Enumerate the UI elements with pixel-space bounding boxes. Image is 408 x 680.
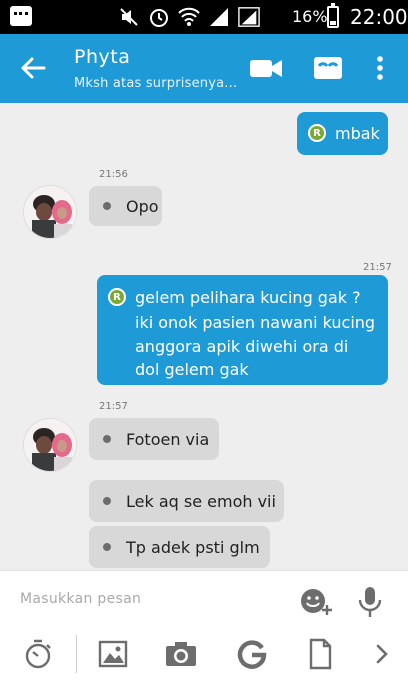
status-dot [103, 497, 111, 505]
more-options-button[interactable] [366, 50, 394, 86]
message-list: R mbak 21:56 Opo 21:57 R gelem pelihara … [0, 103, 408, 570]
message-line: dol gelem gak [135, 360, 249, 379]
bbm-icon [10, 6, 32, 26]
message-bubble-outgoing[interactable]: R gelem pelihara kucing gak ? iki onok p… [97, 275, 388, 385]
emoji-add-icon [301, 589, 332, 615]
message-text: Tp adek psti glm [126, 538, 260, 557]
arrow-left-icon [21, 57, 46, 79]
wifi-icon [178, 6, 200, 28]
contact-status[interactable]: Mksh atas surprisenya... [74, 76, 237, 91]
status-dot [103, 543, 111, 551]
more-attachments-button[interactable] [366, 637, 400, 671]
avatar[interactable] [23, 418, 77, 472]
message-line: iki onok pasien nawani kucing [135, 313, 376, 332]
message-bubble-outgoing[interactable]: R mbak [297, 112, 388, 155]
message-bubble-incoming[interactable]: Opo [89, 186, 162, 226]
message-text: Fotoen via [126, 430, 210, 449]
microphone-button[interactable] [356, 585, 384, 619]
status-dot [103, 435, 111, 443]
image-icon [98, 640, 128, 668]
chevron-right-icon [376, 644, 388, 664]
message-time: 21:57 [363, 262, 392, 273]
contact-name[interactable]: Phyta [74, 46, 130, 68]
chat-header: Phyta Mksh atas surprisenya... [0, 34, 408, 103]
message-time: 21:56 [99, 169, 128, 180]
message-input[interactable]: Masukkan pesan [20, 591, 141, 607]
avatar-image [24, 186, 76, 238]
video-call-button[interactable] [246, 50, 286, 86]
video-camera-icon [250, 60, 282, 77]
signal-icon [208, 6, 230, 28]
mask-icon [314, 57, 342, 79]
toolbar-divider [76, 635, 77, 673]
message-time: 21:57 [99, 401, 128, 412]
composer: Masukkan pesan [0, 570, 408, 680]
alarm-icon [148, 6, 170, 28]
signal-icon [238, 6, 260, 28]
timer-icon [25, 639, 51, 669]
back-button[interactable] [16, 52, 52, 84]
message-text: Opo [126, 197, 159, 216]
message-bubble-incoming[interactable]: Fotoen via [89, 418, 219, 460]
status-time: 22:00 [350, 5, 408, 29]
status-icons [118, 5, 260, 29]
message-bubble-incoming[interactable]: Tp adek psti glm [89, 526, 270, 568]
message-line: gelem pelihara kucing gak ? [135, 288, 361, 307]
timer-button[interactable] [21, 637, 55, 671]
emoji-button[interactable] [298, 585, 334, 617]
message-text: Lek aq se emoh vii [126, 492, 276, 511]
read-badge: R [108, 288, 126, 306]
message-line: anggora apik diwehi ora di [135, 337, 349, 356]
file-button[interactable] [303, 637, 337, 671]
battery-icon [327, 3, 339, 28]
camera-icon [166, 642, 196, 666]
read-badge: R [308, 124, 326, 142]
attachment-toolbar [0, 633, 408, 679]
google-button[interactable] [235, 637, 269, 671]
battery-percent: 16% [292, 7, 328, 26]
file-icon [309, 638, 332, 670]
more-vertical-icon [377, 56, 383, 80]
google-icon [237, 640, 267, 669]
message-text: mbak [335, 124, 380, 143]
avatar[interactable] [23, 185, 77, 239]
mask-button[interactable] [308, 50, 348, 86]
status-dot [103, 202, 111, 210]
message-bubble-incoming[interactable]: Lek aq se emoh vii [89, 480, 284, 522]
avatar-image [24, 419, 76, 471]
camera-button[interactable] [164, 637, 198, 671]
mute-icon [118, 6, 140, 28]
status-bar: 16% 22:00 [0, 0, 408, 34]
microphone-icon [358, 587, 382, 617]
image-button[interactable] [96, 637, 130, 671]
